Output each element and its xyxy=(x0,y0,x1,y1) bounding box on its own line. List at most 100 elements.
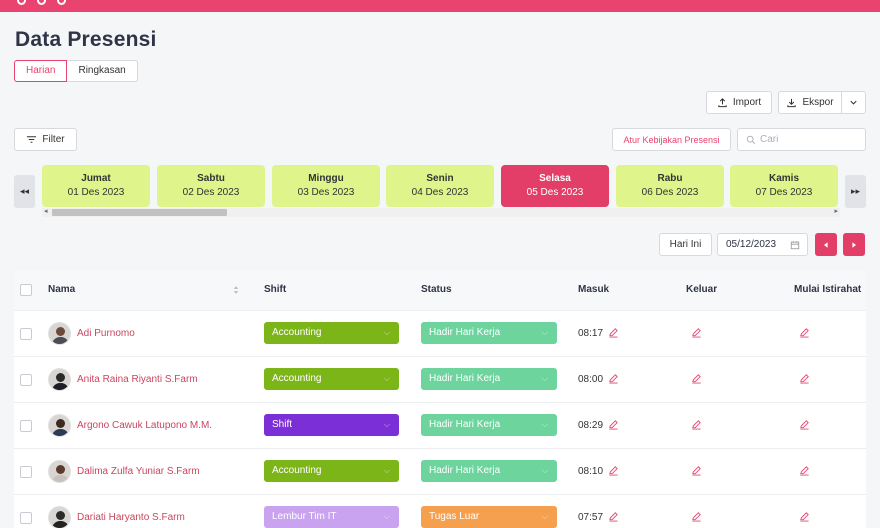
day-strip-scrollbar[interactable]: ◂ ▸ xyxy=(42,208,840,217)
scroll-arrow-right-icon[interactable]: ▸ xyxy=(834,207,838,215)
tab-ringkasan[interactable]: Ringkasan xyxy=(67,60,138,82)
column-header-shift: Shift xyxy=(264,284,287,295)
chevron-down-icon xyxy=(850,100,857,105)
day-name: Senin xyxy=(426,173,454,184)
scroll-right-button[interactable]: ▸▸ xyxy=(845,175,866,208)
employee-name-link[interactable]: Anita Raina Riyanti S.Farm xyxy=(77,374,198,385)
edit-keluar-icon[interactable] xyxy=(691,511,702,525)
edit-keluar-icon[interactable] xyxy=(691,419,702,433)
day-card[interactable]: Minggu 03 Des 2023 xyxy=(272,165,380,207)
day-card[interactable]: Sabtu 02 Des 2023 xyxy=(157,165,265,207)
edit-masuk-icon[interactable] xyxy=(608,511,619,525)
chevron-down-icon: ⌵ xyxy=(383,466,390,475)
previous-day-button[interactable] xyxy=(815,233,837,256)
employee-name-link[interactable]: Dariati Haryanto S.Farm xyxy=(77,512,185,523)
status-select[interactable]: Hadir Hari Kerja ⌵ xyxy=(421,414,557,436)
top-bar xyxy=(0,0,880,12)
edit-mulai-istirahat-icon[interactable] xyxy=(799,511,810,525)
shift-value: Accounting xyxy=(272,373,322,384)
import-button[interactable]: Import xyxy=(706,91,772,114)
status-select[interactable]: Tugas Luar ⌵ xyxy=(421,506,557,528)
attendance-policy-button[interactable]: Atur Kebijakan Presensi xyxy=(612,128,731,151)
chevron-down-icon: ⌵ xyxy=(383,374,390,383)
table-header: Nama Shift Status Masuk Keluar Mulai Ist… xyxy=(14,270,866,310)
row-checkbox[interactable] xyxy=(20,466,32,478)
column-header-nama[interactable]: Nama xyxy=(48,284,75,295)
status-select[interactable]: Hadir Hari Kerja ⌵ xyxy=(421,460,557,482)
day-strip: Jumat 01 Des 2023 Sabtu 02 Des 2023 Ming… xyxy=(42,165,840,207)
table-row: Anita Raina Riyanti S.Farm Accounting ⌵ … xyxy=(14,356,866,402)
export-button[interactable]: Ekspor xyxy=(778,91,842,114)
edit-keluar-icon[interactable] xyxy=(691,373,702,387)
day-name: Sabtu xyxy=(197,173,225,184)
edit-mulai-istirahat-icon[interactable] xyxy=(799,373,810,387)
day-date: 01 Des 2023 xyxy=(67,187,125,198)
shift-select[interactable]: Accounting ⌵ xyxy=(264,322,399,344)
table-row: Argono Cawuk Latupono M.M. Shift ⌵ Hadir… xyxy=(14,402,866,448)
calendar-icon xyxy=(790,240,800,249)
filter-button[interactable]: Filter xyxy=(14,128,77,151)
status-value: Hadir Hari Kerja xyxy=(429,327,501,338)
search-field[interactable] xyxy=(737,128,866,151)
day-card[interactable]: Kamis 07 Des 2023 xyxy=(730,165,838,207)
shift-select[interactable]: Lembur Tim IT ⌵ xyxy=(264,506,399,528)
day-date: 04 Des 2023 xyxy=(411,187,469,198)
scroll-arrow-left-icon[interactable]: ◂ xyxy=(44,207,48,215)
edit-masuk-icon[interactable] xyxy=(608,327,619,341)
shift-select[interactable]: Shift ⌵ xyxy=(264,414,399,436)
row-checkbox[interactable] xyxy=(20,374,32,386)
status-select[interactable]: Hadir Hari Kerja ⌵ xyxy=(421,322,557,344)
avatar xyxy=(48,460,71,483)
employee-name-link[interactable]: Dalima Zulfa Yuniar S.Farm xyxy=(77,466,200,477)
edit-masuk-icon[interactable] xyxy=(608,465,619,479)
view-tabs: Harian Ringkasan xyxy=(14,60,138,82)
day-card[interactable]: Senin 04 Des 2023 xyxy=(386,165,494,207)
chevron-down-icon: ⌵ xyxy=(541,374,548,383)
row-checkbox[interactable] xyxy=(20,328,32,340)
scroll-left-button[interactable]: ◂◂ xyxy=(14,175,35,208)
select-all-checkbox[interactable] xyxy=(20,284,32,296)
day-date: 06 Des 2023 xyxy=(641,187,699,198)
scrollbar-thumb[interactable] xyxy=(52,209,227,216)
sort-icon[interactable] xyxy=(233,285,239,295)
edit-mulai-istirahat-icon[interactable] xyxy=(799,327,810,341)
edit-mulai-istirahat-icon[interactable] xyxy=(799,465,810,479)
employee-name-link[interactable]: Argono Cawuk Latupono M.M. xyxy=(77,420,212,431)
edit-mulai-istirahat-icon[interactable] xyxy=(799,419,810,433)
row-checkbox[interactable] xyxy=(20,420,32,432)
day-date: 02 Des 2023 xyxy=(182,187,240,198)
day-name: Kamis xyxy=(768,173,799,184)
clock-in-time: 08:17 xyxy=(578,328,604,339)
today-button[interactable]: Hari Ini xyxy=(659,233,712,256)
column-header-keluar: Keluar xyxy=(686,284,718,295)
clock-in-time: 08:00 xyxy=(578,374,604,385)
export-dropdown-button[interactable] xyxy=(841,91,866,114)
shift-value: Lembur Tim IT xyxy=(272,511,337,522)
edit-masuk-icon[interactable] xyxy=(608,419,619,433)
next-day-button[interactable] xyxy=(843,233,865,256)
day-card[interactable]: Jumat 01 Des 2023 xyxy=(42,165,150,207)
day-card[interactable]: Rabu 06 Des 2023 xyxy=(616,165,724,207)
shift-value: Shift xyxy=(272,419,293,430)
shift-select[interactable]: Accounting ⌵ xyxy=(264,460,399,482)
shift-select[interactable]: Accounting ⌵ xyxy=(264,368,399,390)
edit-keluar-icon[interactable] xyxy=(691,465,702,479)
filter-icon xyxy=(27,136,37,143)
avatar xyxy=(48,506,71,528)
double-chevron-left-icon: ◂◂ xyxy=(19,186,30,196)
chevron-down-icon: ⌵ xyxy=(541,420,548,429)
status-select[interactable]: Hadir Hari Kerja ⌵ xyxy=(421,368,557,390)
row-checkbox[interactable] xyxy=(20,512,32,524)
upload-icon xyxy=(718,98,727,108)
caret-left-icon xyxy=(824,241,828,248)
edit-keluar-icon[interactable] xyxy=(691,327,702,341)
search-input[interactable] xyxy=(760,134,860,145)
employee-name-link[interactable]: Adi Purnomo xyxy=(77,328,135,339)
date-input[interactable]: 05/12/2023 xyxy=(717,233,808,256)
chevron-down-icon: ⌵ xyxy=(541,466,548,475)
column-header-masuk: Masuk xyxy=(578,284,610,295)
edit-masuk-icon[interactable] xyxy=(608,373,619,387)
tab-harian[interactable]: Harian xyxy=(14,60,68,82)
chevron-down-icon: ⌵ xyxy=(541,512,548,521)
day-card-selected[interactable]: Selasa 05 Des 2023 xyxy=(501,165,609,207)
